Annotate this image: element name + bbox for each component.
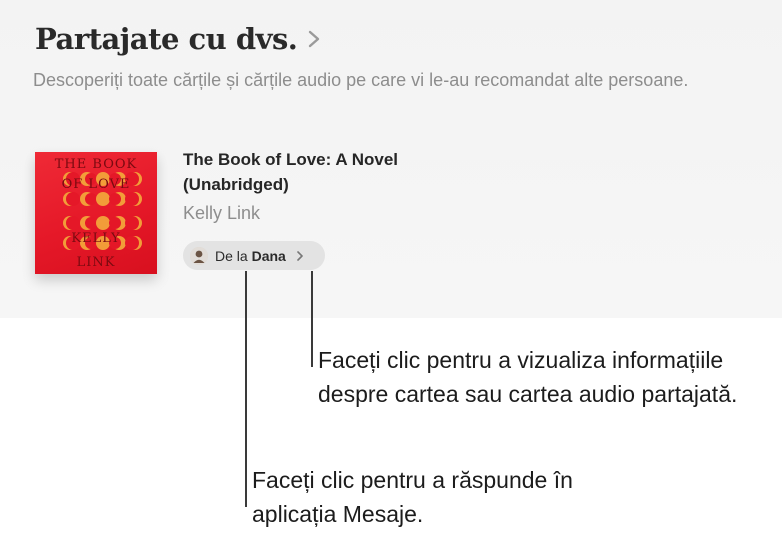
callout-line-info: [311, 271, 313, 367]
callout-info-text: Faceți clic pentru a vizualiza informați…: [318, 347, 738, 407]
section-title: Partajate cu dvs.: [35, 22, 298, 56]
chevron-right-icon: [309, 30, 320, 48]
cover-author-line: KELLY: [71, 231, 120, 246]
callout-reply-text: Faceți clic pentru a răspunde în aplicaț…: [252, 467, 573, 527]
person-avatar-icon: [190, 246, 208, 265]
cover-title-line: OF LOVE: [62, 177, 131, 192]
book-cover-art: THE BOOK OF LOVE KELLY LINK: [55, 157, 142, 270]
chevron-right-icon: [297, 250, 303, 261]
cover-author-line: LINK: [77, 255, 116, 270]
from-name: Dana: [251, 247, 286, 264]
book-author: Kelly Link: [183, 203, 261, 223]
book-title[interactable]: The Book of Love: A Novel (Unabridged): [183, 147, 403, 197]
section-header-link[interactable]: Partajate cu dvs.: [35, 22, 321, 56]
section-subtitle: Descoperiți toate cărțile și cărțile aud…: [33, 70, 689, 90]
callout-line-reply: [245, 271, 247, 507]
from-label: De la Dana: [215, 248, 286, 264]
from-sender-button[interactable]: De la Dana: [183, 241, 325, 270]
from-prefix: De la: [215, 247, 248, 264]
cover-title-line: THE BOOK: [55, 157, 137, 172]
book-cover[interactable]: THE BOOK OF LOVE KELLY LINK: [35, 152, 157, 274]
